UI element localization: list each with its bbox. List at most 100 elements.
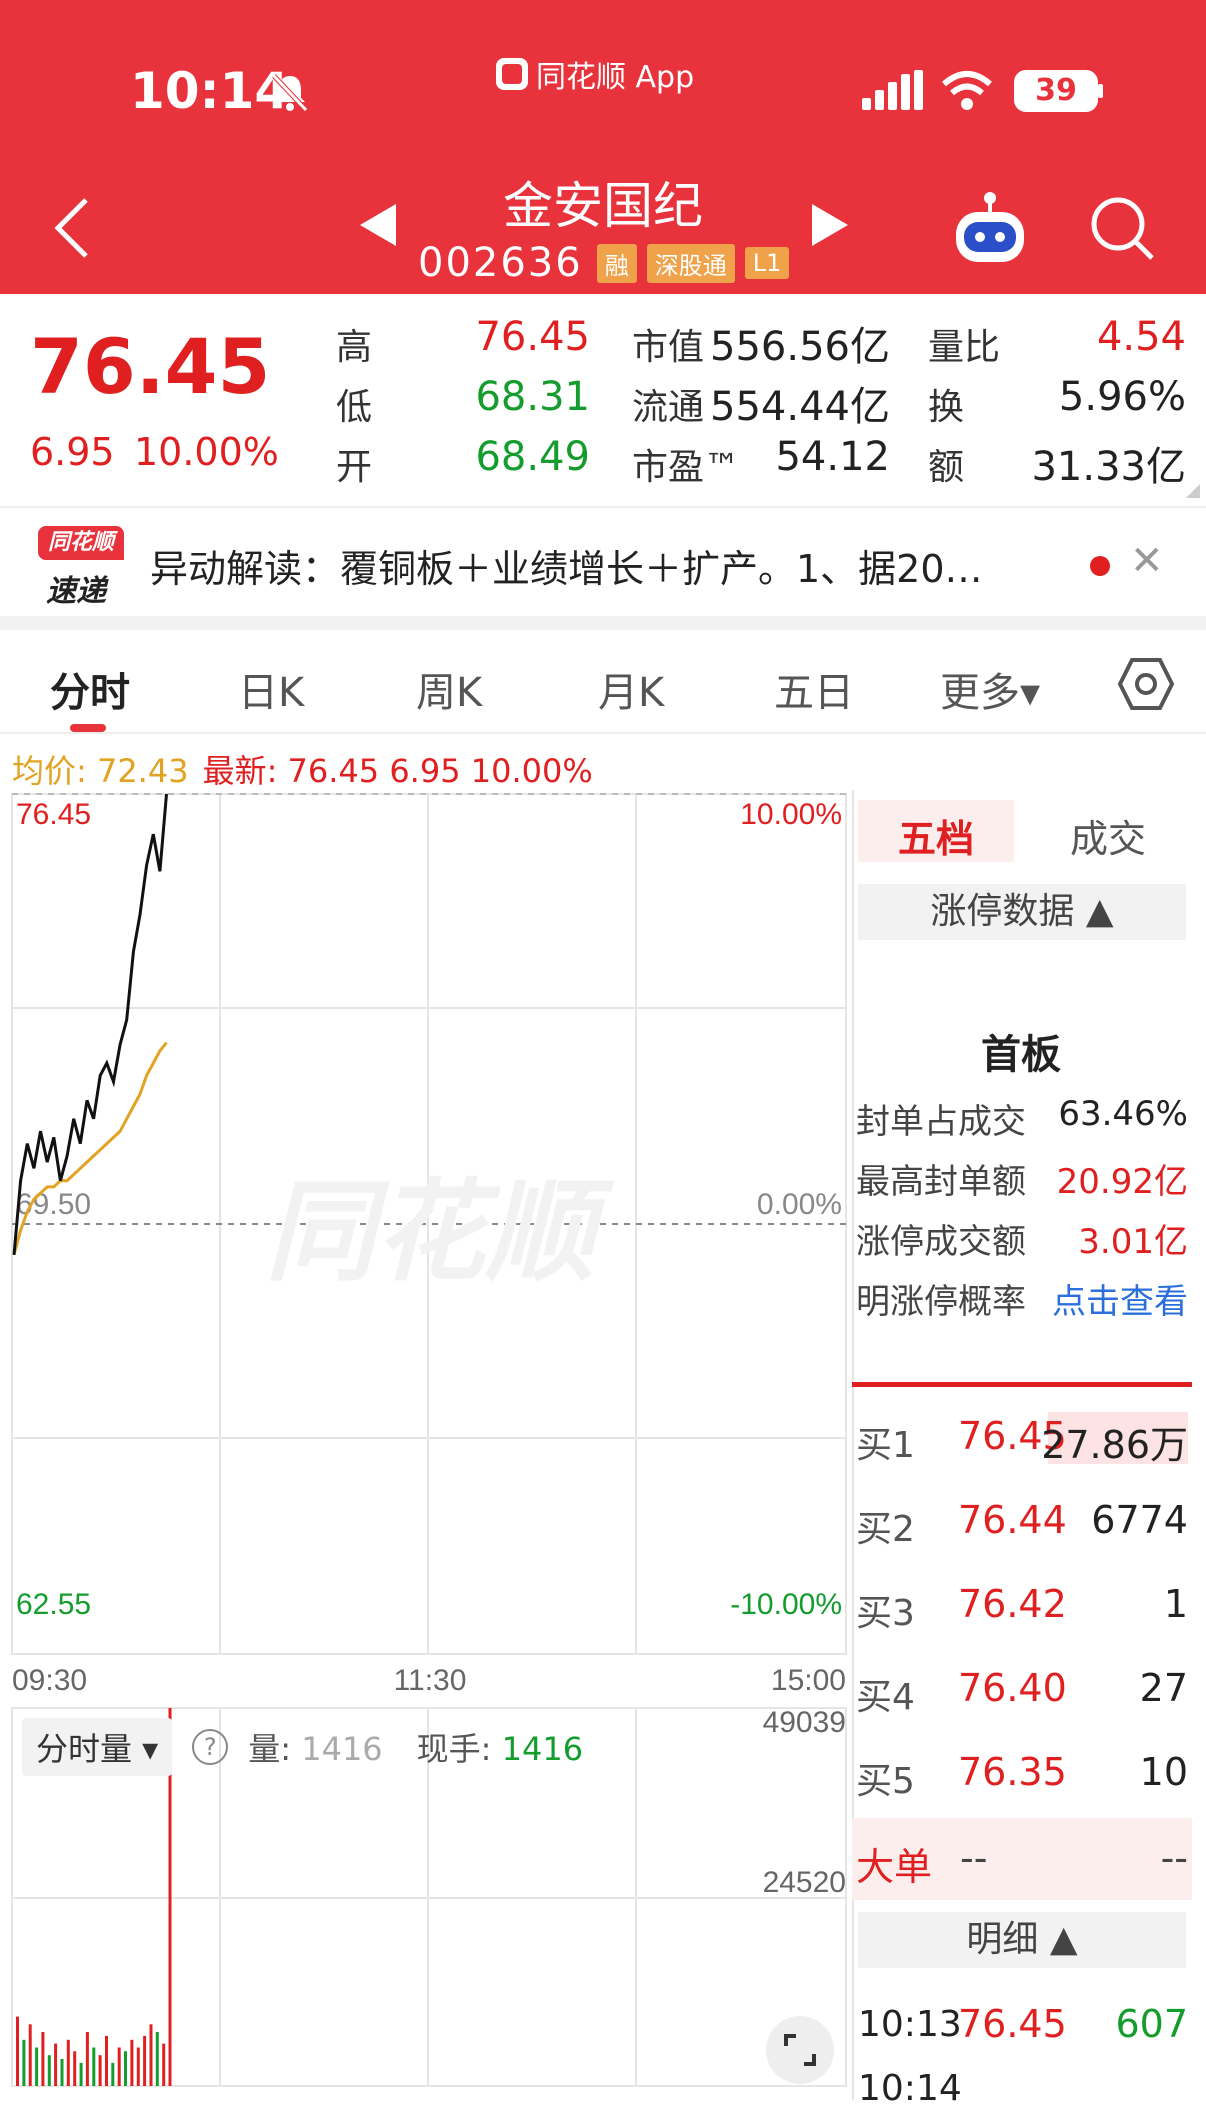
limit-amount-value: 3.01亿: [1078, 1222, 1188, 1262]
x-axis-start: 09:30: [12, 1664, 87, 1697]
pct-axis-top: 10.00%: [740, 798, 842, 831]
tab-daily-k[interactable]: 日K: [238, 660, 304, 718]
limit-data-button[interactable]: 涨停数据 ▲: [858, 884, 1186, 940]
big-order-value2: --: [1160, 1836, 1188, 1880]
trade1-time: 10:13: [858, 2004, 962, 2045]
volume-bar: [124, 2051, 127, 2086]
orderbook-divider: [852, 1382, 1192, 1387]
chart-tabs: 分时 日K 周K 月K 五日 更多▾: [0, 630, 1206, 734]
high-value: 76.45: [475, 314, 590, 360]
buy4-price: 76.40: [958, 1666, 1067, 1710]
watermark: 同花顺: [265, 1168, 615, 1296]
robot-assistant-icon[interactable]: [950, 190, 1030, 270]
y-axis-bottom: 62.55: [16, 1588, 91, 1621]
x-axis-mid: 11:30: [394, 1664, 467, 1697]
search-icon[interactable]: [1090, 196, 1156, 262]
tag-level: L1: [744, 247, 790, 279]
volume-bar: [149, 2024, 153, 2086]
avg-price-text: 均价: 72.43: [12, 752, 189, 790]
app-header: 10:14 同花顺 App 39 金安国纪 002636 融 深股通 L1: [0, 0, 1206, 294]
stock-code: 002636: [418, 240, 583, 286]
volratio-value: 4.54: [1096, 314, 1186, 360]
trade1-volume: 607: [1115, 2002, 1188, 2046]
pe-value: 54.12: [775, 434, 890, 480]
current-price: 76.45: [30, 322, 271, 411]
tab-weekly-k[interactable]: 周K: [416, 660, 482, 718]
trade1-price: 76.45: [958, 2002, 1067, 2046]
x-axis-end: 15:00: [771, 1664, 846, 1697]
volume-bar: [60, 2059, 64, 2086]
section-divider: [0, 616, 1206, 630]
tab-intraday[interactable]: 分时: [50, 660, 130, 718]
settings-hexagon-icon[interactable]: [1118, 656, 1174, 712]
hand-label: 现手: 1416: [417, 1724, 583, 1770]
tab-monthly-k[interactable]: 月K: [598, 660, 664, 718]
volume-header: 分时量 ▾ ? 量: 1416 现手: 1416: [22, 1718, 583, 1776]
big-order-label: 大单: [856, 1845, 933, 1889]
news-text[interactable]: 异动解读：覆铜板＋业绩增长＋扩产。1、据20…: [150, 538, 1050, 593]
volume-bar: [35, 2047, 39, 2086]
detail-button[interactable]: 明细 ▲: [858, 1912, 1186, 1968]
buy5-label: 买5: [856, 1761, 915, 1802]
buy1-label: 买1: [856, 1425, 915, 1466]
seal-ratio-value: 63.46%: [1058, 1094, 1188, 1134]
chart-info-line: 均价: 72.43 最新: 76.45 6.95 10.00%: [12, 746, 593, 792]
volratio-label: 量比: [928, 327, 1001, 368]
tab-wudang[interactable]: 五档: [898, 808, 974, 863]
fullscreen-icon: [784, 2034, 816, 2066]
volume-bar: [98, 2055, 102, 2086]
source-app[interactable]: 同花顺 App: [496, 52, 694, 96]
tag-margin: 融: [596, 243, 637, 283]
next-limit-prob-link[interactable]: 点击查看: [1052, 1274, 1188, 1323]
buy2-label: 买2: [856, 1509, 915, 1550]
bell-muted-icon: [272, 74, 308, 112]
big-order-value1: --: [960, 1836, 988, 1880]
pct-axis-mid: 0.00%: [757, 1188, 842, 1221]
tab-chengjiao[interactable]: 成交: [1070, 808, 1146, 863]
tab-more[interactable]: 更多▾: [940, 660, 1040, 718]
mktcap-label: 市值: [632, 327, 705, 368]
volume-axis-mid: 24520: [763, 1866, 846, 1899]
unread-dot-icon: [1090, 556, 1110, 576]
high-label: 高: [336, 327, 373, 368]
news-bar[interactable]: 同花顺 速递 异动解读：覆铜板＋业绩增长＋扩产。1、据20… ✕: [0, 506, 1206, 616]
battery-icon: 39: [1014, 70, 1098, 112]
max-seal-label: 最高封单额: [856, 1162, 1026, 1202]
fullscreen-button[interactable]: [766, 2016, 834, 2084]
amount-value: 31.33亿: [1031, 444, 1186, 490]
expand-corner-icon[interactable]: [1186, 484, 1200, 498]
intraday-chart[interactable]: 同花顺 76.45 69.50 62.55 10.00% 0.00% -10.0…: [0, 790, 850, 2090]
battery-level: 39: [1035, 73, 1077, 108]
low-value: 68.31: [475, 374, 590, 420]
buy3-label: 买3: [856, 1593, 915, 1634]
low-label: 低: [336, 387, 373, 428]
seal-ratio-label: 封单占成交: [856, 1102, 1026, 1142]
battery-tip: [1098, 84, 1103, 98]
price-change: 6.95: [30, 430, 115, 474]
close-icon[interactable]: ✕: [1130, 538, 1164, 584]
turnover-label: 换: [928, 387, 965, 428]
hand-label-text: 现手:: [416, 1730, 492, 1768]
volume-type-dropdown[interactable]: 分时量 ▾: [22, 1718, 173, 1776]
buy2-volume: 6774: [1091, 1498, 1188, 1542]
volume-value: 1416: [301, 1730, 383, 1768]
help-icon[interactable]: ?: [192, 1729, 229, 1765]
amount-label: 额: [928, 447, 965, 488]
price-change-pct: 10.00%: [134, 430, 279, 474]
status-time: 10:14: [130, 62, 290, 120]
buy1-volume: 27.86万: [1041, 1423, 1188, 1467]
volume-axis-top: 49039: [763, 1706, 846, 1739]
board-label: 首板: [981, 1032, 1061, 1078]
volume-bar: [41, 2032, 45, 2086]
buy4-volume: 27: [1139, 1666, 1188, 1710]
price-line: [12, 793, 168, 1256]
open-label: 开: [336, 447, 373, 488]
buy3-price: 76.42: [958, 1582, 1067, 1626]
open-value: 68.49: [475, 434, 590, 480]
tab-five-day[interactable]: 五日: [774, 660, 854, 718]
buy4-label: 买4: [856, 1677, 915, 1718]
volume-bar: [162, 2043, 166, 2086]
volume-bar: [66, 2039, 70, 2086]
turnover-value: 5.96%: [1058, 374, 1186, 420]
stock-code-row: 002636 融 深股通 L1: [418, 240, 790, 286]
